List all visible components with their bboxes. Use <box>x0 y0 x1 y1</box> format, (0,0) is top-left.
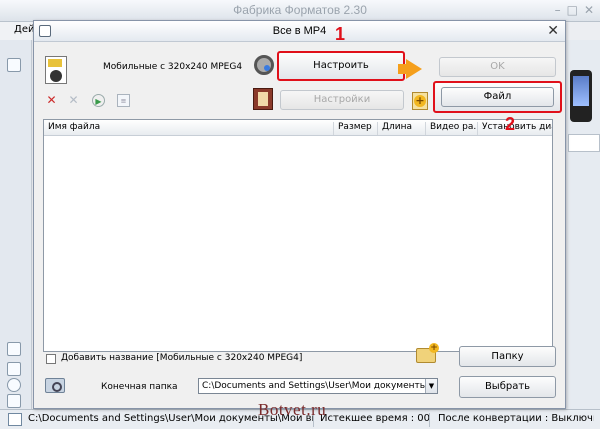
play-icon[interactable]: ▶ <box>92 94 105 107</box>
add-file-button-label: Файл <box>441 87 554 107</box>
add-file-icon <box>412 92 428 110</box>
media-info-icon[interactable]: ≡ <box>117 94 130 107</box>
add-file-button[interactable]: Файл <box>433 81 562 113</box>
settings-gear-icon <box>254 55 274 75</box>
file-list-header: Имя файла Размер Длина Видео ра... Устан… <box>44 120 552 136</box>
file-list[interactable]: Имя файла Размер Длина Видео ра... Устан… <box>43 119 553 352</box>
browse-button[interactable]: Выбрать <box>459 376 556 398</box>
ok-button[interactable]: OK <box>439 57 556 77</box>
main-titlebar: Фабрика Форматов 2.30 – □ ✕ <box>0 0 600 22</box>
settings-button[interactable]: Настройки <box>280 90 404 110</box>
main-window-title: Фабрика Форматов 2.30 <box>233 3 367 17</box>
main-caption-buttons: – □ ✕ <box>555 3 594 17</box>
column-duration[interactable]: Длина <box>378 122 426 135</box>
step-marker-1: 1 <box>335 24 346 44</box>
dialog-titlebar: Все в MP4 ✕ <box>34 21 565 42</box>
close-icon[interactable]: ✕ <box>547 23 559 39</box>
rom-category-icon[interactable] <box>7 378 21 392</box>
column-size[interactable]: Размер <box>334 122 378 135</box>
step-marker-2: 2 <box>505 114 516 134</box>
output-folder-icon[interactable] <box>8 413 22 426</box>
menu-item-actions[interactable]: Дей <box>14 24 34 35</box>
add-name-checkbox[interactable] <box>46 354 56 364</box>
audio-category-icon[interactable] <box>7 342 21 356</box>
mp4-profile-icon <box>45 56 67 84</box>
image-category-icon[interactable] <box>7 362 21 376</box>
column-file-name[interactable]: Имя файла <box>44 122 334 135</box>
profile-label: Мобильные с 320x240 MPEG4 <box>103 62 243 72</box>
all-to-mp4-dialog: Все в MP4 ✕ Мобильные с 320x240 MPEG4 На… <box>33 20 566 409</box>
output-folder-icon <box>45 378 65 393</box>
tools-category-icon[interactable] <box>7 394 21 408</box>
chevron-down-icon[interactable]: ▼ <box>425 379 437 393</box>
film-clip-icon <box>253 88 273 110</box>
new-folder-icon <box>416 343 439 363</box>
side-panel <box>568 134 600 152</box>
arrow-right-icon <box>398 59 422 79</box>
configure-button[interactable]: Настроить <box>277 51 405 81</box>
main-menu: Дей <box>0 22 35 40</box>
close-icon[interactable]: ✕ <box>584 3 594 17</box>
minimize-icon[interactable]: – <box>555 3 561 17</box>
maximize-icon[interactable]: □ <box>567 3 578 17</box>
video-category-icon[interactable] <box>7 58 21 72</box>
destination-label: Конечная папка <box>101 382 178 392</box>
phone-icon <box>570 70 592 122</box>
clear-list-icon[interactable]: ✕ <box>67 94 80 107</box>
delete-icon[interactable]: ✕ <box>45 94 58 107</box>
left-rail <box>0 40 32 410</box>
status-elapsed: Истекшее время : 00:00:00 <box>316 413 430 427</box>
column-video-size[interactable]: Видео ра... <box>426 122 478 135</box>
watermark: Botvet.ru <box>258 400 327 419</box>
add-name-label: Добавить название [Мобильные с 320x240 M… <box>61 353 303 363</box>
destination-folder-select[interactable]: C:\Documents and Settings\User\Мои докум… <box>198 378 438 394</box>
folder-button[interactable]: Папку <box>459 346 556 367</box>
dialog-title: Все в MP4 <box>272 25 327 37</box>
status-after-conversion[interactable]: После конвертации : Выключить ПК <box>434 413 594 427</box>
destination-path: C:\Documents and Settings\User\Мои докум… <box>202 381 437 391</box>
